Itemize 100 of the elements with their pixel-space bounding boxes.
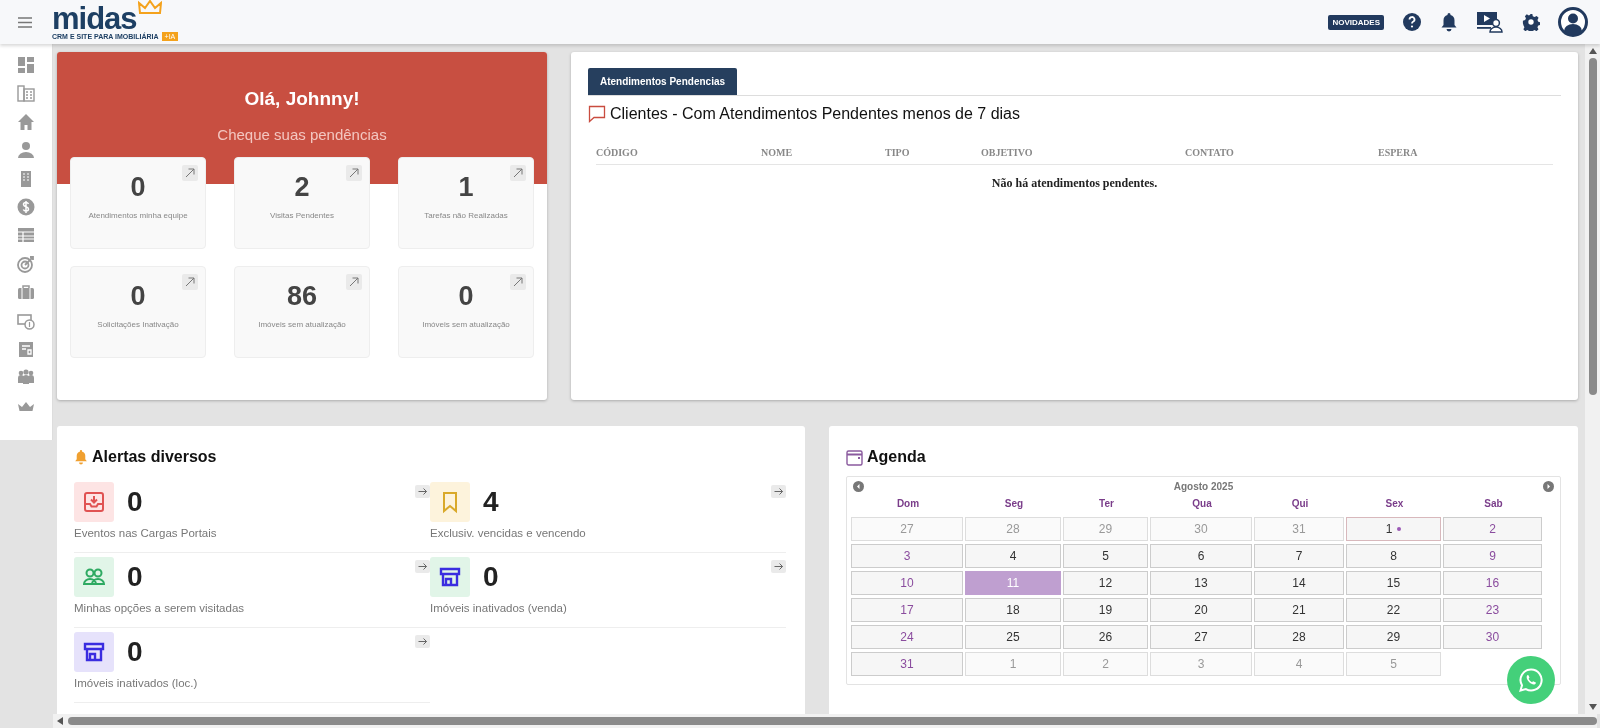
- open-link-icon[interactable]: [510, 165, 526, 181]
- calendar-day[interactable]: 2: [1443, 517, 1542, 541]
- alert-count: 4: [483, 486, 500, 518]
- bell-icon[interactable]: [1440, 12, 1458, 32]
- calendar-day[interactable]: 24: [851, 625, 963, 649]
- calendar-day[interactable]: 21: [1254, 598, 1344, 622]
- calendar-day[interactable]: 25: [965, 625, 1061, 649]
- open-link-icon[interactable]: [346, 274, 362, 290]
- calendar-day[interactable]: 10: [851, 571, 963, 595]
- calendar-day[interactable]: 3: [851, 544, 963, 568]
- calendar-day[interactable]: 7: [1254, 544, 1344, 568]
- calendar-day[interactable]: 12: [1063, 571, 1148, 595]
- section-title: Clientes - Com Atendimentos Pendentes menos de 7 dias: [610, 105, 1020, 123]
- store-icon: [438, 565, 462, 589]
- alert-label: Imóveis inativados (loc.): [74, 677, 199, 689]
- stat-card[interactable]: 86 Imóveis sem atualização: [234, 266, 370, 358]
- dashboard-icon[interactable]: [17, 56, 35, 74]
- calendar-day[interactable]: 30: [1443, 625, 1542, 649]
- calendar-day[interactable]: 27: [1150, 625, 1252, 649]
- report-icon[interactable]: [17, 339, 35, 358]
- column-header: NOME: [761, 147, 794, 158]
- arrow-right-icon[interactable]: [771, 560, 786, 573]
- weekday-label: Ter: [1098, 498, 1115, 509]
- vertical-scrollbar[interactable]: [1585, 44, 1600, 714]
- previous-month-icon[interactable]: [853, 481, 864, 492]
- horizontal-scrollbar[interactable]: [53, 714, 1597, 728]
- list-icon[interactable]: [17, 226, 35, 245]
- stat-card[interactable]: 2 Visitas Pendentes: [234, 157, 370, 249]
- stat-card[interactable]: 0 Solicitações Inativação: [70, 266, 206, 358]
- calendar-day[interactable]: 20: [1150, 598, 1252, 622]
- calendar-day[interactable]: 29: [1346, 625, 1441, 649]
- arrow-right-icon[interactable]: [415, 485, 430, 498]
- calendar-day[interactable]: 31: [851, 652, 963, 676]
- calendar-day[interactable]: 28: [1254, 625, 1344, 649]
- help-icon[interactable]: [1402, 12, 1422, 32]
- calendar-day[interactable]: 17: [851, 598, 963, 622]
- stat-card[interactable]: 0 Imóveis sem atualização: [398, 266, 534, 358]
- crown-icon: [137, 0, 162, 14]
- tab[interactable]: Atendimentos Pendencias: [588, 68, 738, 95]
- greeting-text: Olá, Johnny!: [244, 88, 360, 110]
- calendar-day[interactable]: 14: [1254, 571, 1344, 595]
- calendar-day[interactable]: 23: [1443, 598, 1542, 622]
- open-link-icon[interactable]: [182, 274, 198, 290]
- money-icon[interactable]: [17, 311, 35, 330]
- weekday-label: Sex: [1384, 498, 1405, 509]
- settings-icon[interactable]: [1522, 13, 1540, 31]
- alert-label: Minhas opções a serem visitadas: [74, 602, 246, 614]
- stat-value: 0: [130, 281, 146, 312]
- column-header: CÓDIGO: [596, 147, 639, 158]
- building-icon[interactable]: [17, 84, 35, 103]
- inbox-icon: [82, 490, 106, 514]
- target-icon[interactable]: [17, 254, 35, 273]
- home-icon[interactable]: [17, 112, 35, 131]
- calendar-day[interactable]: 19: [1063, 598, 1148, 622]
- calendar-day[interactable]: 18: [965, 598, 1061, 622]
- calendar-day[interactable]: 5: [1063, 544, 1148, 568]
- group-icon[interactable]: [17, 368, 35, 387]
- stat-label: Visitas Pendentes: [270, 211, 334, 220]
- arrow-right-icon[interactable]: [771, 485, 786, 498]
- column-header: TIPO: [885, 147, 911, 158]
- whatsapp-button[interactable]: [1507, 656, 1555, 704]
- news-button[interactable]: NOVIDADES: [1328, 14, 1384, 30]
- subtitle-text: Cheque suas pendências: [217, 126, 387, 143]
- calendar-day[interactable]: 6: [1150, 544, 1252, 568]
- menu-icon[interactable]: [18, 16, 32, 28]
- stat-value: 0: [458, 281, 474, 312]
- briefcase-icon[interactable]: [17, 283, 35, 302]
- card-title: Agenda: [867, 448, 926, 466]
- stat-label: Imóveis sem atualização: [422, 320, 510, 329]
- open-link-icon[interactable]: [182, 165, 198, 181]
- calendar-day[interactable]: 13: [1150, 571, 1252, 595]
- alert-label: Eventos nas Cargas Portais: [74, 527, 218, 539]
- chat-icon: [588, 105, 606, 123]
- calendar-day[interactable]: 22: [1346, 598, 1441, 622]
- weekday-label: Sab: [1483, 498, 1504, 509]
- person-icon[interactable]: [17, 141, 35, 160]
- stat-card[interactable]: 1 Tarefas não Realizadas: [398, 157, 534, 249]
- avatar-icon[interactable]: [1558, 7, 1588, 37]
- stat-card[interactable]: 0 Atendimentos minha equipe: [70, 157, 206, 249]
- stat-label: Tarefas não Realizadas: [424, 211, 508, 220]
- calendar-day[interactable]: 16: [1443, 571, 1542, 595]
- calendar-day[interactable]: 8: [1346, 544, 1441, 568]
- store-icon: [82, 640, 106, 664]
- calendar-day[interactable]: 1: [1346, 517, 1441, 541]
- calendar-day[interactable]: 9: [1443, 544, 1542, 568]
- open-link-icon[interactable]: [510, 274, 526, 290]
- event-dot-icon: [1397, 527, 1402, 531]
- arrow-right-icon[interactable]: [415, 635, 430, 648]
- weekday-label: Seg: [1003, 498, 1025, 509]
- dollar-icon[interactable]: [17, 197, 35, 216]
- alert-count: 0: [127, 561, 144, 593]
- arrow-right-icon[interactable]: [415, 560, 430, 573]
- open-link-icon[interactable]: [346, 165, 362, 181]
- calendar-day[interactable]: 26: [1063, 625, 1148, 649]
- stat-value: 86: [286, 281, 317, 312]
- video-user-icon[interactable]: [1476, 11, 1504, 33]
- calendar-day[interactable]: 4: [965, 544, 1061, 568]
- next-month-icon[interactable]: [1543, 481, 1554, 492]
- calendar-day[interactable]: 15: [1346, 571, 1441, 595]
- month-label: Agosto 2025: [1172, 481, 1235, 492]
